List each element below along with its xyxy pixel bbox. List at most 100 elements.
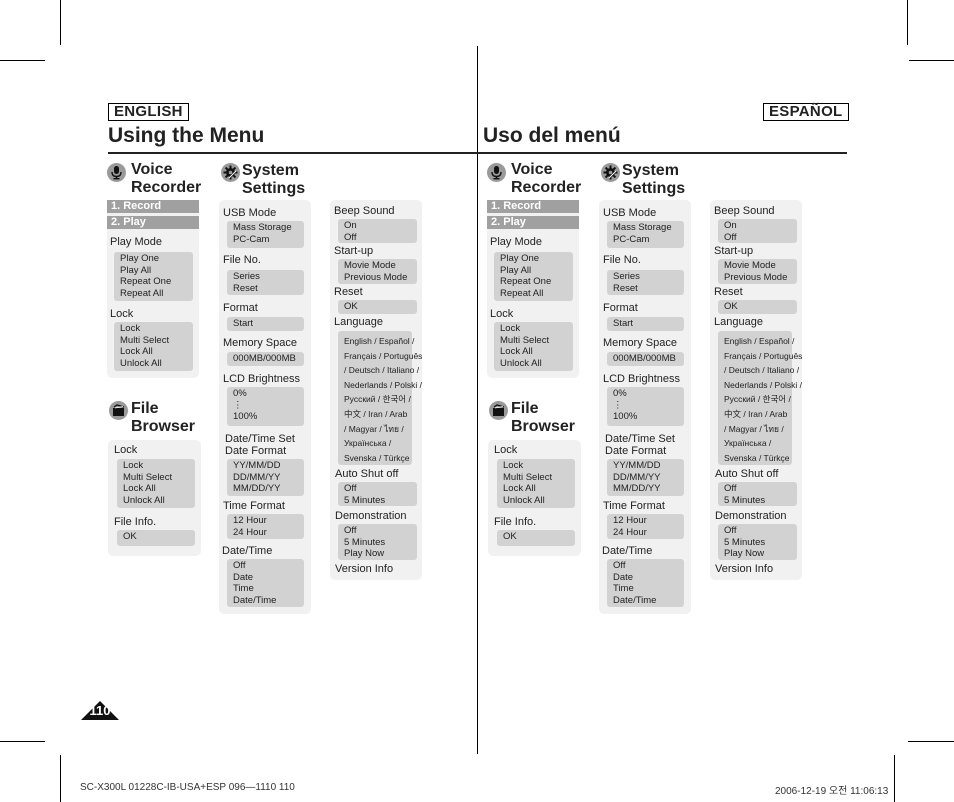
option-item[interactable]: Off [344,483,417,495]
option-item[interactable]: Time [233,583,304,595]
option-item[interactable]: 5 Minutes [724,495,797,507]
option-item[interactable]: 5 Minutes [344,495,417,507]
option-item[interactable]: 0% [613,388,684,400]
option-item[interactable]: 12 Hour [233,515,304,527]
option-item[interactable]: Lock [123,460,195,472]
option-item[interactable]: Multi Select [123,472,195,484]
option-item[interactable]: ⋮ [233,400,304,412]
option-item[interactable]: Repeat One [120,276,193,288]
option-item[interactable]: Svenska / Türkçe [344,451,412,466]
option-item[interactable]: Previous Mode [724,272,797,284]
option-item[interactable]: Series [613,271,684,283]
option-item[interactable]: Unlock All [500,358,573,370]
option-item[interactable]: Unlock All [120,358,193,370]
option-item[interactable]: 100% [613,411,684,423]
option-item[interactable]: Русский / 한국어 / [724,392,792,407]
option-item[interactable]: Svenska / Türkçe [724,451,792,466]
option-item[interactable]: Lock All [500,346,573,358]
option-item[interactable]: Unlock All [503,495,575,507]
option-item[interactable]: Series [233,271,304,283]
option-item[interactable]: Lock All [123,483,195,495]
option-item[interactable]: Lock [503,460,575,472]
option-item[interactable]: 24 Hour [613,527,684,539]
option-item[interactable]: Start [613,318,684,330]
option-item[interactable]: 0% [233,388,304,400]
option-item[interactable]: Mass Storage [613,222,684,234]
option-item[interactable]: Date [233,572,304,584]
option-item[interactable]: Repeat All [120,288,193,300]
option-item[interactable]: Date/Time [233,595,304,607]
option-item[interactable]: English / Español / [724,334,794,349]
option-item[interactable]: 中文 / Iran / Arab [724,407,792,422]
option-item[interactable]: Off [724,483,797,495]
option-item[interactable]: On [724,220,797,232]
option-item[interactable]: PC-Cam [613,234,684,246]
option-item[interactable]: Nederlands / Polski / [344,378,422,393]
option-item[interactable]: ⋮ [613,400,684,412]
option-item[interactable]: Français / Português [344,349,422,364]
option-item[interactable]: Multi Select [120,335,193,347]
option-item[interactable]: Play Now [344,548,417,560]
option-item[interactable]: Start [233,318,304,330]
option-item[interactable]: 100% [233,411,304,423]
option-item[interactable]: Nederlands / Polski / [724,378,802,393]
option-item[interactable]: Off [724,232,797,244]
option-item[interactable]: On [344,220,417,232]
tab-record[interactable]: 1. Record [107,200,199,213]
option-item[interactable]: Time [613,583,684,595]
option-item[interactable]: Play All [500,265,573,277]
option-item[interactable]: Play One [120,253,193,265]
option-item[interactable]: Reset [233,283,304,295]
option-item[interactable]: Українська / [724,436,792,451]
option-item[interactable]: Off [613,560,684,572]
option-item[interactable]: / Deutsch / Italiano / [344,363,419,378]
option-item[interactable]: Off [344,525,417,537]
option-item[interactable]: PC-Cam [233,234,304,246]
option-item[interactable]: DD/MM/YY [233,472,304,484]
option-item[interactable]: Українська / [344,436,412,451]
option-item[interactable]: 5 Minutes [344,537,417,549]
option-item[interactable]: OK [123,531,195,543]
option-item[interactable]: Off [724,525,797,537]
option-item[interactable]: Русский / 한국어 / [344,392,412,407]
option-item[interactable]: Off [233,560,304,572]
option-item[interactable]: Previous Mode [344,272,417,284]
option-item[interactable]: Lock All [503,483,575,495]
tab-play[interactable]: 2. Play [107,216,199,229]
option-item[interactable]: DD/MM/YY [613,472,684,484]
option-item[interactable]: 000MB/000MB [613,353,684,365]
option-item[interactable]: English / Español / [344,334,414,349]
option-item[interactable]: Multi Select [500,335,573,347]
option-item[interactable]: OK [724,301,797,313]
option-item[interactable]: Repeat One [500,276,573,288]
option-item[interactable]: Français / Português [724,349,802,364]
tab-record[interactable]: 1. Record [487,200,579,213]
option-item[interactable]: OK [503,531,575,543]
option-item[interactable]: Movie Mode [344,260,417,272]
option-item[interactable]: YY/MM/DD [233,460,304,472]
option-item[interactable]: 000MB/000MB [233,353,304,365]
option-item[interactable]: Lock All [120,346,193,358]
option-item[interactable]: Play One [500,253,573,265]
option-item[interactable]: MM/DD/YY [613,483,684,495]
option-item[interactable]: Date/Time [613,595,684,607]
option-item[interactable]: Repeat All [500,288,573,300]
option-item[interactable]: Movie Mode [724,260,797,272]
option-item[interactable]: Play Now [724,548,797,560]
option-item[interactable]: OK [344,301,417,313]
option-item[interactable]: Unlock All [123,495,195,507]
option-item[interactable]: Off [344,232,417,244]
option-item[interactable]: Reset [613,283,684,295]
option-item[interactable]: Multi Select [503,472,575,484]
option-item[interactable]: 12 Hour [613,515,684,527]
option-item[interactable]: Mass Storage [233,222,304,234]
option-item[interactable]: MM/DD/YY [233,483,304,495]
option-item[interactable]: 5 Minutes [724,537,797,549]
option-item[interactable]: Play All [120,265,193,277]
option-item[interactable]: Lock [120,323,193,335]
option-item[interactable]: 中文 / Iran / Arab [344,407,412,422]
option-item[interactable]: / Deutsch / Italiano / [724,363,799,378]
option-item[interactable]: Lock [500,323,573,335]
option-item[interactable]: / Magyar / ไทย / [344,422,412,437]
option-item[interactable]: Date [613,572,684,584]
